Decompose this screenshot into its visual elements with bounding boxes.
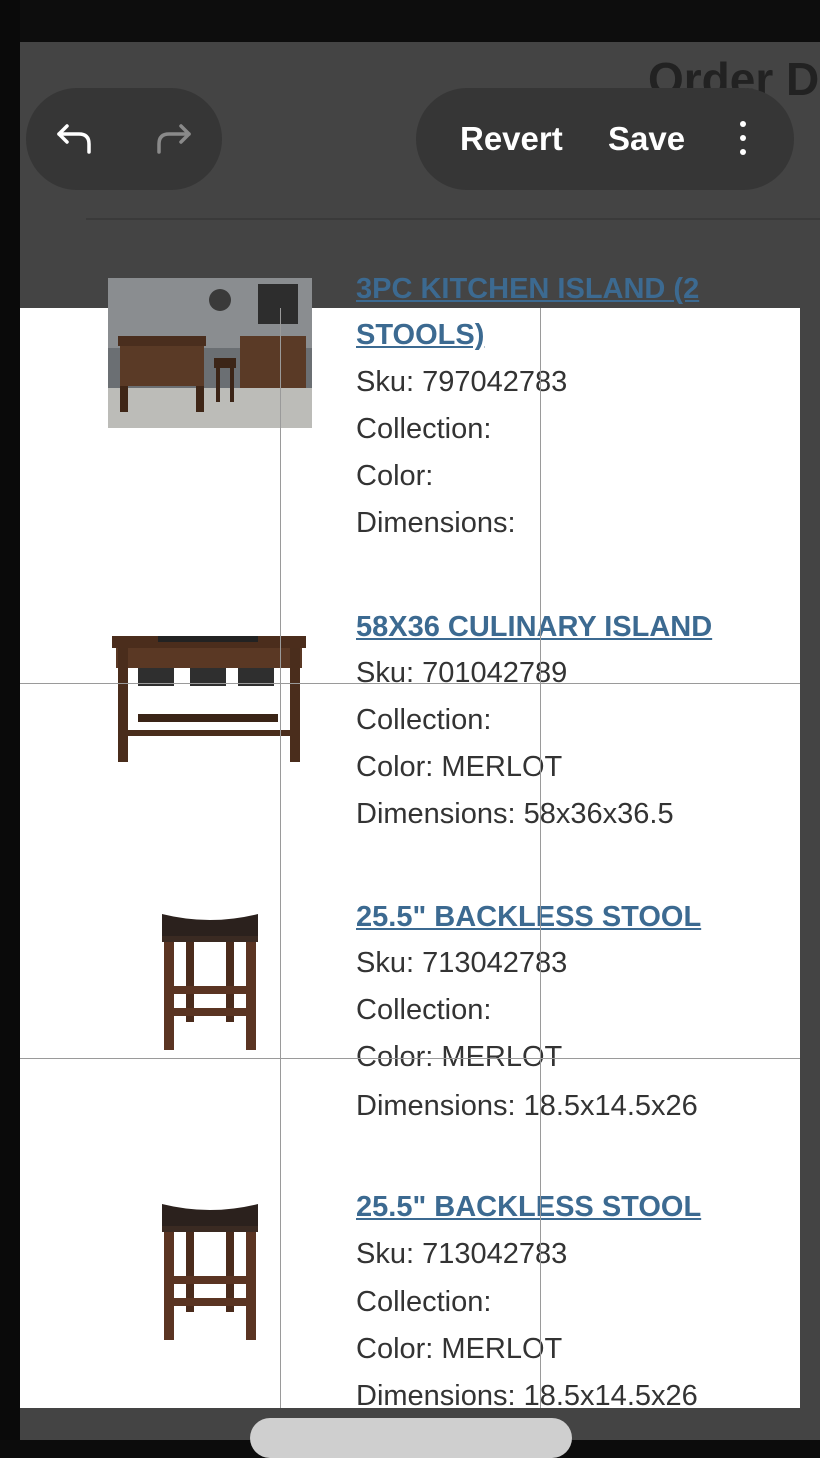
product-name-line: 25.5" BACKLESS STOOL — [356, 1191, 702, 1223]
backless-stool-image — [162, 1204, 258, 1340]
kitchen-island-set-image — [108, 278, 312, 428]
more-vertical-icon — [728, 121, 758, 155]
crop-grid-line — [280, 308, 281, 1408]
crop-handle-bottom-left[interactable] — [20, 1365, 47, 1408]
product-dimensions: Dimensions: 18.5x14.5x26 — [356, 1380, 698, 1412]
save-button[interactable]: Save — [608, 120, 685, 158]
product-dimensions: Dimensions: 18.5x14.5x26 — [356, 1090, 698, 1122]
product-collection: Collection: — [356, 413, 492, 445]
culinary-island-image — [112, 636, 306, 762]
left-screen-edge — [0, 0, 20, 1440]
divider — [86, 218, 820, 220]
product-dimensions: Dimensions: — [356, 507, 516, 539]
product-sku: Sku: 713042783 — [356, 1238, 568, 1270]
product-name-line: 58X36 CULINARY ISLAND — [356, 611, 713, 643]
crop-grid-line — [540, 308, 541, 1408]
revert-button[interactable]: Revert — [460, 120, 563, 158]
status-bar-area — [20, 0, 820, 42]
product-sku: Sku: 713042783 — [356, 947, 568, 979]
product-sku: Sku: 797042783 — [356, 366, 568, 398]
undo-button[interactable] — [47, 111, 103, 167]
product-link[interactable]: 3PC KITCHEN ISLAND (2 STOOLS) — [356, 266, 756, 358]
crop-grid-line — [20, 683, 800, 684]
product-collection: Collection: — [356, 1286, 492, 1318]
product-collection: Collection: — [356, 704, 492, 736]
product-color: Color: MERLOT — [356, 1333, 563, 1365]
product-link[interactable]: 58X36 CULINARY ISLAND — [356, 604, 756, 650]
crop-handle-top-right[interactable] — [773, 308, 800, 351]
product-name-line: STOOLS) — [356, 319, 485, 351]
product-dimensions: Dimensions: 58x36x36.5 — [356, 798, 674, 830]
product-link[interactable]: 25.5" BACKLESS STOOL — [356, 894, 756, 940]
undo-redo-toolbar — [26, 88, 222, 190]
redo-icon — [157, 124, 191, 154]
more-options-button[interactable] — [728, 118, 758, 158]
product-color: Color: — [356, 460, 434, 492]
edit-actions-toolbar: Revert Save — [416, 88, 794, 190]
crop-handle-bottom-right[interactable] — [773, 1365, 800, 1408]
product-name-line: 3PC KITCHEN ISLAND (2 — [356, 273, 700, 305]
product-color: Color: MERLOT — [356, 751, 563, 783]
undo-icon — [57, 124, 91, 154]
backless-stool-image — [162, 914, 258, 1050]
redo-button[interactable] — [145, 111, 201, 167]
crop-grid-line — [20, 1058, 800, 1059]
product-link[interactable]: 25.5" BACKLESS STOOL — [356, 1184, 756, 1230]
product-collection: Collection: — [356, 994, 492, 1026]
crop-handle-top-left[interactable] — [20, 308, 47, 351]
product-sku: Sku: 701042789 — [356, 657, 568, 689]
crop-handle-bottom[interactable] — [250, 1418, 572, 1458]
product-name-line: 25.5" BACKLESS STOOL — [356, 901, 702, 933]
